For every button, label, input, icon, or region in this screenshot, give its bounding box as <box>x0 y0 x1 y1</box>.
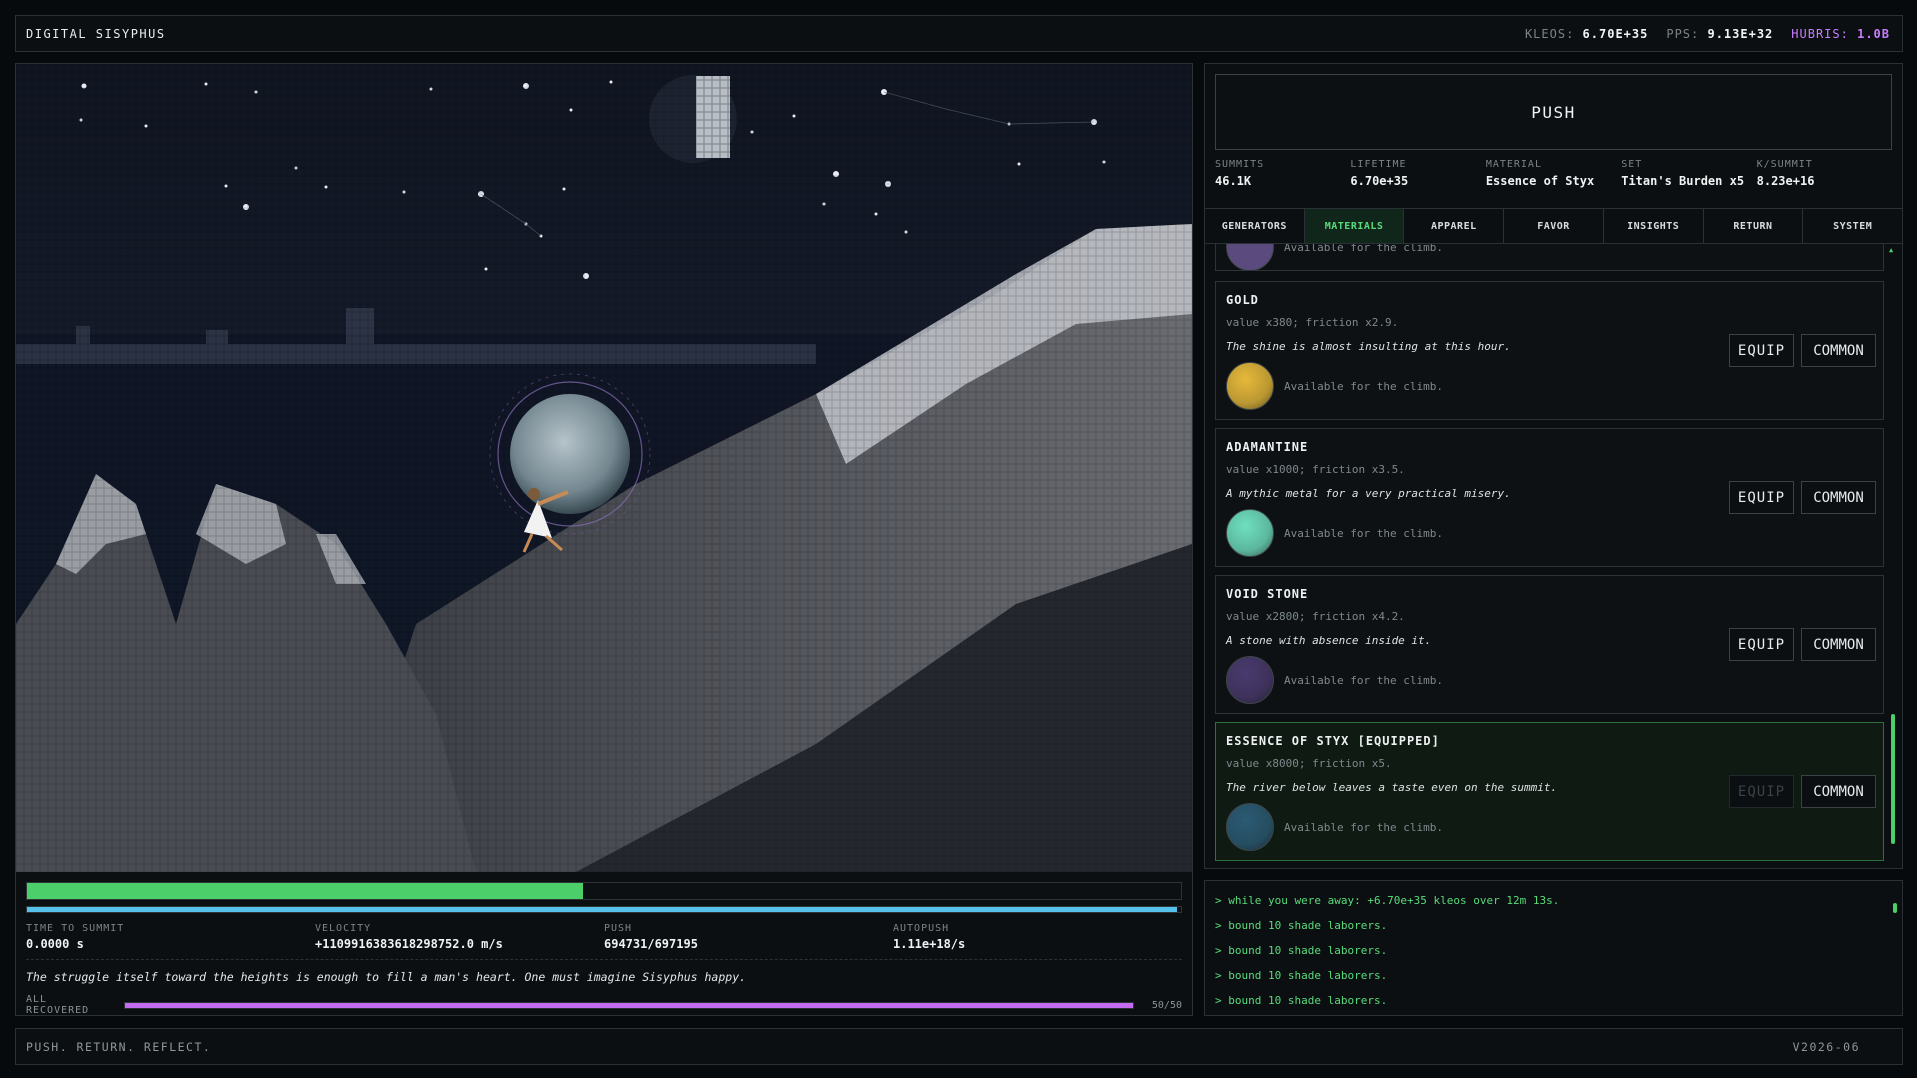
summit-progress-fill <box>27 883 584 899</box>
scroll-up-icon[interactable]: ▲ <box>1889 246 1893 254</box>
hubris-stat: HUBRIS: 1.0B <box>1791 26 1890 41</box>
run-summary: SUMMITS 46.1K LIFETIME 6.70e+35 MATERIAL Es… <box>1215 159 1892 188</box>
log-line: > bound 10 shade laborers. <box>1215 969 1388 982</box>
log-line: > bound 10 shade laborers. <box>1215 994 1388 1007</box>
material-availability: Available for the climb. <box>1284 380 1443 393</box>
material-orb <box>1226 656 1274 704</box>
kleos-stat: KLEOS: 6.70E+35 <box>1524 26 1649 41</box>
scroll-down-icon[interactable]: ▼ <box>1889 866 1893 868</box>
event-log: > while you were away: +6.70e+35 kleos o… <box>1204 880 1903 1016</box>
tab-system[interactable]: SYSTEM <box>1803 209 1902 243</box>
game-panel: TIME TO SUMMIT 0.0000 s VELOCITY +11099163… <box>15 63 1193 1016</box>
material-stats: value x8000; friction x5. <box>1226 757 1392 770</box>
summary-lifetime: LIFETIME 6.70e+35 <box>1350 159 1409 188</box>
metric-push: PUSH 694731/697195 <box>604 923 698 951</box>
material-card-void-stone: VOID STONE value x2800; friction x4.2. A… <box>1215 575 1884 714</box>
rarity-button[interactable]: COMMON <box>1801 334 1876 367</box>
equip-button[interactable]: EQUIP <box>1729 628 1794 661</box>
material-availability: Available for the climb. <box>1284 674 1443 687</box>
material-card-partial: Available for the climb. <box>1215 244 1884 271</box>
recovered-count: 50/50 <box>1151 999 1182 1011</box>
material-name: VOID STONE <box>1226 587 1309 601</box>
material-stats: value x1000; friction x3.5. <box>1226 463 1405 476</box>
push-progress-bar <box>26 906 1182 913</box>
log-scroll-thumb[interactable] <box>1893 903 1897 913</box>
divider <box>26 959 1182 960</box>
camus-quote: The struggle itself toward the heights i… <box>26 970 747 984</box>
tab-apparel[interactable]: APPAREL <box>1404 209 1505 243</box>
equip-button[interactable]: EQUIP <box>1729 775 1794 808</box>
metric-velocity: VELOCITY +1109916383618298752.0 m/s <box>315 923 503 951</box>
material-description: The river below leaves a taste even on t… <box>1226 781 1558 794</box>
material-orb <box>1226 244 1274 270</box>
game-scene[interactable] <box>16 64 1192 872</box>
materials-list[interactable]: Available for the climb. GOLD value x380… <box>1215 244 1884 868</box>
material-card-adamantine: ADAMANTINE value x1000; friction x3.5. A… <box>1215 428 1884 567</box>
top-bar: DIGITAL SISYPHUS KLEOS: 6.70E+35 PPS: 9.… <box>15 15 1903 52</box>
material-availability: Available for the climb. <box>1284 821 1443 834</box>
equip-button[interactable]: EQUIP <box>1729 481 1794 514</box>
material-description: The shine is almost insulting at this ho… <box>1226 340 1511 353</box>
log-line: > bound 10 shade laborers. <box>1215 919 1388 932</box>
material-card-gold: GOLD value x380; friction x2.9. The shin… <box>1215 281 1884 420</box>
material-availability: Available for the climb. <box>1284 527 1443 540</box>
summary-set: SET Titan's Burden x5 <box>1621 159 1745 188</box>
material-description: A mythic metal for a very practical mise… <box>1226 487 1511 500</box>
rarity-button[interactable]: COMMON <box>1801 481 1876 514</box>
push-progress-fill <box>27 907 1178 912</box>
push-button[interactable]: PUSH <box>1215 74 1892 150</box>
recovered-fill <box>125 1002 1133 1008</box>
progress-section: TIME TO SUMMIT 0.0000 s VELOCITY +11099163… <box>26 882 1182 1016</box>
version-label: V2026-06 <box>1792 1039 1860 1054</box>
log-line: > while you were away: +6.70e+35 kleos o… <box>1215 894 1560 907</box>
materials-scrollbar[interactable]: ▲ ▼ <box>1889 246 1895 868</box>
summit-progress-bar <box>26 882 1182 900</box>
material-orb <box>1226 509 1274 557</box>
footer-tagline: PUSH. RETURN. REFLECT. <box>26 1039 212 1054</box>
scroll-thumb[interactable] <box>1891 714 1895 844</box>
material-orb <box>1226 362 1274 410</box>
tab-return[interactable]: RETURN <box>1704 209 1804 243</box>
summary-kleos-per-summit: K/SUMMIT 8.23e+16 <box>1756 159 1815 188</box>
footer: PUSH. RETURN. REFLECT. V2026-06 <box>15 1028 1903 1065</box>
tab-materials[interactable]: MATERIALS <box>1304 209 1405 243</box>
log-line: > bound 10 shade laborers. <box>1215 944 1388 957</box>
material-description: A stone with absence inside it. <box>1226 634 1432 647</box>
metric-time-to-summit: TIME TO SUMMIT 0.0000 s <box>26 923 125 951</box>
recovered-row: ALL RECOVERED 50/50 <box>26 994 1182 1016</box>
tab-insights[interactable]: INSIGHTS <box>1604 209 1704 243</box>
tab-bar: GENERATORS MATERIALS APPAREL FAVOR INSIG… <box>1205 208 1902 244</box>
equip-button[interactable]: EQUIP <box>1729 334 1794 367</box>
summary-material: MATERIAL Essence of Styx <box>1485 159 1595 188</box>
material-availability: Available for the climb. <box>1284 244 1443 254</box>
metric-autopush: AUTOPUSH 1.11e+18/s <box>893 923 966 951</box>
material-card-essence-of-styx: ESSENCE OF STYX [EQUIPPED] value x8000; … <box>1215 722 1884 861</box>
side-panel: PUSH SUMMITS 46.1K LIFETIME 6.70e+35 MATER… <box>1204 63 1903 1016</box>
tab-generators[interactable]: GENERATORS <box>1205 209 1305 243</box>
tab-favor[interactable]: FAVOR <box>1504 209 1604 243</box>
summary-summits: SUMMITS 46.1K <box>1215 159 1265 188</box>
climb-metrics: TIME TO SUMMIT 0.0000 s VELOCITY +11099163… <box>26 923 1182 951</box>
resource-stats: KLEOS: 6.70E+35 PPS: 9.13E+32 HUBRIS: 1.… <box>1525 27 1890 41</box>
material-name: GOLD <box>1226 293 1259 307</box>
material-stats: value x2800; friction x4.2. <box>1226 610 1405 623</box>
material-orb <box>1226 803 1274 851</box>
control-panel: PUSH SUMMITS 46.1K LIFETIME 6.70e+35 MATER… <box>1204 63 1903 869</box>
rarity-button[interactable]: COMMON <box>1801 628 1876 661</box>
pps-stat: PPS: 9.13E+32 <box>1666 26 1774 41</box>
recovered-bar <box>124 1001 1134 1009</box>
material-name: ADAMANTINE <box>1226 440 1309 454</box>
recovered-label: ALL RECOVERED <box>26 994 90 1016</box>
material-name: ESSENCE OF STYX [EQUIPPED] <box>1226 734 1440 748</box>
material-stats: value x380; friction x2.9. <box>1226 316 1399 329</box>
log-scrollbar[interactable] <box>1893 889 1897 1009</box>
app-title: DIGITAL SISYPHUS <box>26 26 166 41</box>
rarity-button[interactable]: COMMON <box>1801 775 1876 808</box>
